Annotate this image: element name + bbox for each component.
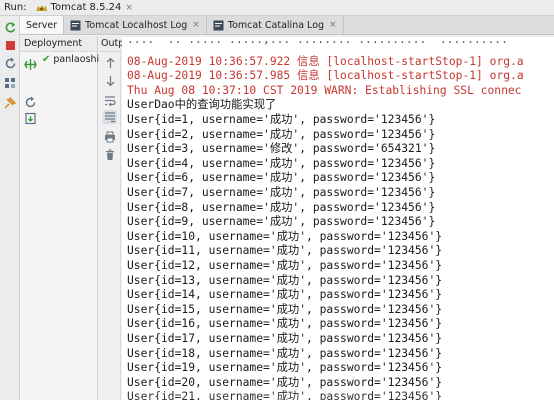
clear-icon[interactable] bbox=[103, 148, 117, 162]
print-icon[interactable] bbox=[103, 130, 117, 144]
output-tools bbox=[99, 52, 121, 400]
console-line: User{id=13, username='成功', password='123… bbox=[127, 273, 443, 287]
deploy-icon[interactable] bbox=[23, 57, 37, 71]
console-line: User{id=1, username='成功', password='1234… bbox=[127, 113, 436, 126]
console-line: User{id=12, username='成功', password='123… bbox=[127, 259, 443, 272]
tab-server[interactable]: Server bbox=[20, 16, 65, 34]
console-line: User{id=9, username='成功', password='1234… bbox=[127, 215, 436, 229]
console-line: User{id=19, username='成功', password='123… bbox=[127, 361, 443, 375]
pin-icon[interactable] bbox=[3, 96, 17, 110]
scroll-to-end-icon[interactable] bbox=[103, 110, 117, 124]
console-line: User{id=17, username='成功', password='123… bbox=[127, 332, 443, 345]
console-line: User{id=15, username='成功', password='123… bbox=[127, 302, 443, 316]
console-line: User{id=8, username='成功', password='1234… bbox=[127, 200, 436, 214]
scroll-up-icon[interactable] bbox=[103, 56, 117, 70]
console-line: User{id=11, username='成功', password='123… bbox=[127, 244, 443, 258]
console-line: User{id=20, username='成功', password='123… bbox=[127, 375, 443, 389]
console-line: 08-Aug-2019 10:36:57.922 信息 [localhost-s… bbox=[127, 54, 524, 68]
console-line: 08-Aug-2019 10:36:57.985 信息 [localhost-s… bbox=[127, 69, 524, 83]
console-line: Thu Aug 08 10:37:10 CST 2019 WARN: Estab… bbox=[127, 83, 522, 97]
tab-tomcat-catalina-log[interactable]: Tomcat Catalina Log × bbox=[207, 16, 344, 34]
close-tab-icon[interactable]: × bbox=[329, 20, 337, 30]
tab-label: Server bbox=[26, 19, 58, 31]
deployment-tools bbox=[20, 53, 40, 163]
refresh-icon[interactable] bbox=[3, 56, 17, 70]
rerun-icon[interactable] bbox=[3, 20, 17, 34]
tab-label: Tomcat Catalina Log bbox=[227, 19, 325, 31]
run-label: Run: bbox=[4, 2, 27, 13]
run-toolstrip bbox=[0, 16, 20, 400]
check-icon: ✔ bbox=[42, 54, 51, 65]
stop-icon[interactable] bbox=[3, 38, 17, 52]
service-tabs: Server Tomcat Localhost Log × Tomcat Cat… bbox=[20, 16, 554, 35]
console-line: UserDao中的查询功能实现了 bbox=[127, 98, 277, 112]
scroll-down-icon[interactable] bbox=[103, 74, 117, 88]
deployment-panel: Deployment ✔ panlaoshi:w bbox=[20, 36, 110, 400]
deployment-header: Deployment bbox=[20, 36, 97, 52]
console-line: User{id=3, username='修改', password='6543… bbox=[127, 142, 436, 156]
console-line: .... .. ..... .....,... ........ .......… bbox=[127, 37, 508, 46]
console-line: User{id=7, username='成功', password='1234… bbox=[127, 186, 436, 199]
tab-tomcat-localhost-log[interactable]: Tomcat Localhost Log × bbox=[64, 16, 207, 34]
log-icon bbox=[213, 20, 224, 30]
console-line: User{id=10, username='成功', password='123… bbox=[127, 229, 443, 243]
redeploy-icon[interactable] bbox=[23, 95, 37, 109]
soft-wrap-icon[interactable] bbox=[103, 94, 117, 108]
layout-icon[interactable] bbox=[3, 76, 17, 90]
run-toolwindow-bar: Run: Tomcat 8.5.24 × bbox=[0, 0, 554, 16]
tab-label: Tomcat Localhost Log bbox=[85, 19, 188, 31]
tomcat-icon bbox=[35, 4, 47, 11]
update-icon[interactable] bbox=[23, 111, 37, 125]
console-line: User{id=18, username='成功', password='123… bbox=[127, 346, 443, 360]
console-line: User{id=21, username='成功', password='123… bbox=[127, 390, 443, 400]
console-output[interactable]: .... .. ..... .....,... ........ .......… bbox=[122, 37, 554, 400]
console-line: User{id=2, username='成功', password='1234… bbox=[127, 127, 436, 141]
close-run-tab-button[interactable]: × bbox=[125, 3, 133, 13]
run-config-tab[interactable]: Tomcat 8.5.24 × bbox=[35, 2, 133, 13]
console-line: User{id=14, username='成功', password='123… bbox=[127, 288, 443, 302]
console-line: User{id=16, username='成功', password='123… bbox=[127, 317, 443, 331]
log-icon bbox=[70, 20, 81, 30]
console-line: User{id=4, username='成功', password='1234… bbox=[127, 156, 436, 170]
close-tab-icon[interactable]: × bbox=[192, 20, 200, 30]
console-line: User{id=6, username='成功', password='1234… bbox=[127, 171, 436, 185]
run-config-name: Tomcat 8.5.24 bbox=[50, 2, 122, 13]
